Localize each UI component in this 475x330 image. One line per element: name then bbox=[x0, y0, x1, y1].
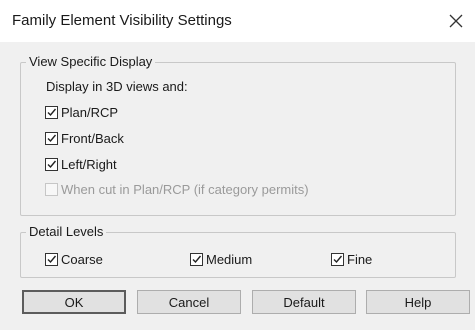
medium-label: Medium bbox=[206, 252, 253, 267]
detail-levels-label: Detail Levels bbox=[26, 225, 107, 239]
fine-label: Fine bbox=[347, 252, 373, 267]
visibility-settings-dialog: Family Element Visibility Settings View … bbox=[0, 0, 475, 330]
cancel-button[interactable]: Cancel bbox=[137, 290, 241, 314]
coarse-label: Coarse bbox=[61, 252, 103, 267]
close-icon bbox=[449, 14, 463, 28]
left-right-checkbox[interactable]: Left/Right bbox=[45, 157, 117, 172]
checkbox-box bbox=[45, 132, 58, 145]
plan-rcp-label: Plan/RCP bbox=[61, 105, 119, 120]
front-back-label: Front/Back bbox=[61, 131, 124, 146]
coarse-checkbox[interactable]: Coarse bbox=[45, 252, 103, 267]
checkmark-icon bbox=[47, 255, 57, 264]
default-button[interactable]: Default bbox=[252, 290, 356, 314]
checkmark-icon bbox=[47, 108, 57, 117]
help-button[interactable]: Help bbox=[366, 290, 470, 314]
close-button[interactable] bbox=[441, 6, 471, 36]
checkmark-icon bbox=[47, 134, 57, 143]
checkbox-box bbox=[190, 253, 203, 266]
checkmark-icon bbox=[333, 255, 343, 264]
checkbox-box bbox=[45, 106, 58, 119]
plan-rcp-checkbox[interactable]: Plan/RCP bbox=[45, 105, 118, 120]
checkbox-box bbox=[45, 253, 58, 266]
checkbox-box bbox=[45, 183, 58, 196]
view-specific-display-label: View Specific Display bbox=[26, 55, 156, 69]
ok-button[interactable]: OK bbox=[22, 290, 126, 314]
checkbox-box bbox=[45, 158, 58, 171]
title-bar: Family Element Visibility Settings bbox=[0, 0, 475, 42]
checkmark-icon bbox=[192, 255, 202, 264]
front-back-checkbox[interactable]: Front/Back bbox=[45, 131, 124, 146]
checkmark-icon bbox=[47, 160, 57, 169]
when-cut-label: When cut in Plan/RCP (if category permit… bbox=[61, 182, 309, 197]
when-cut-checkbox[interactable]: When cut in Plan/RCP (if category permit… bbox=[45, 182, 309, 197]
dialog-title: Family Element Visibility Settings bbox=[12, 12, 232, 29]
medium-checkbox[interactable]: Medium bbox=[190, 252, 252, 267]
checkbox-box bbox=[331, 253, 344, 266]
left-right-label: Left/Right bbox=[61, 157, 117, 172]
display-in-3d-label: Display in 3D views and: bbox=[46, 79, 188, 94]
fine-checkbox[interactable]: Fine bbox=[331, 252, 372, 267]
